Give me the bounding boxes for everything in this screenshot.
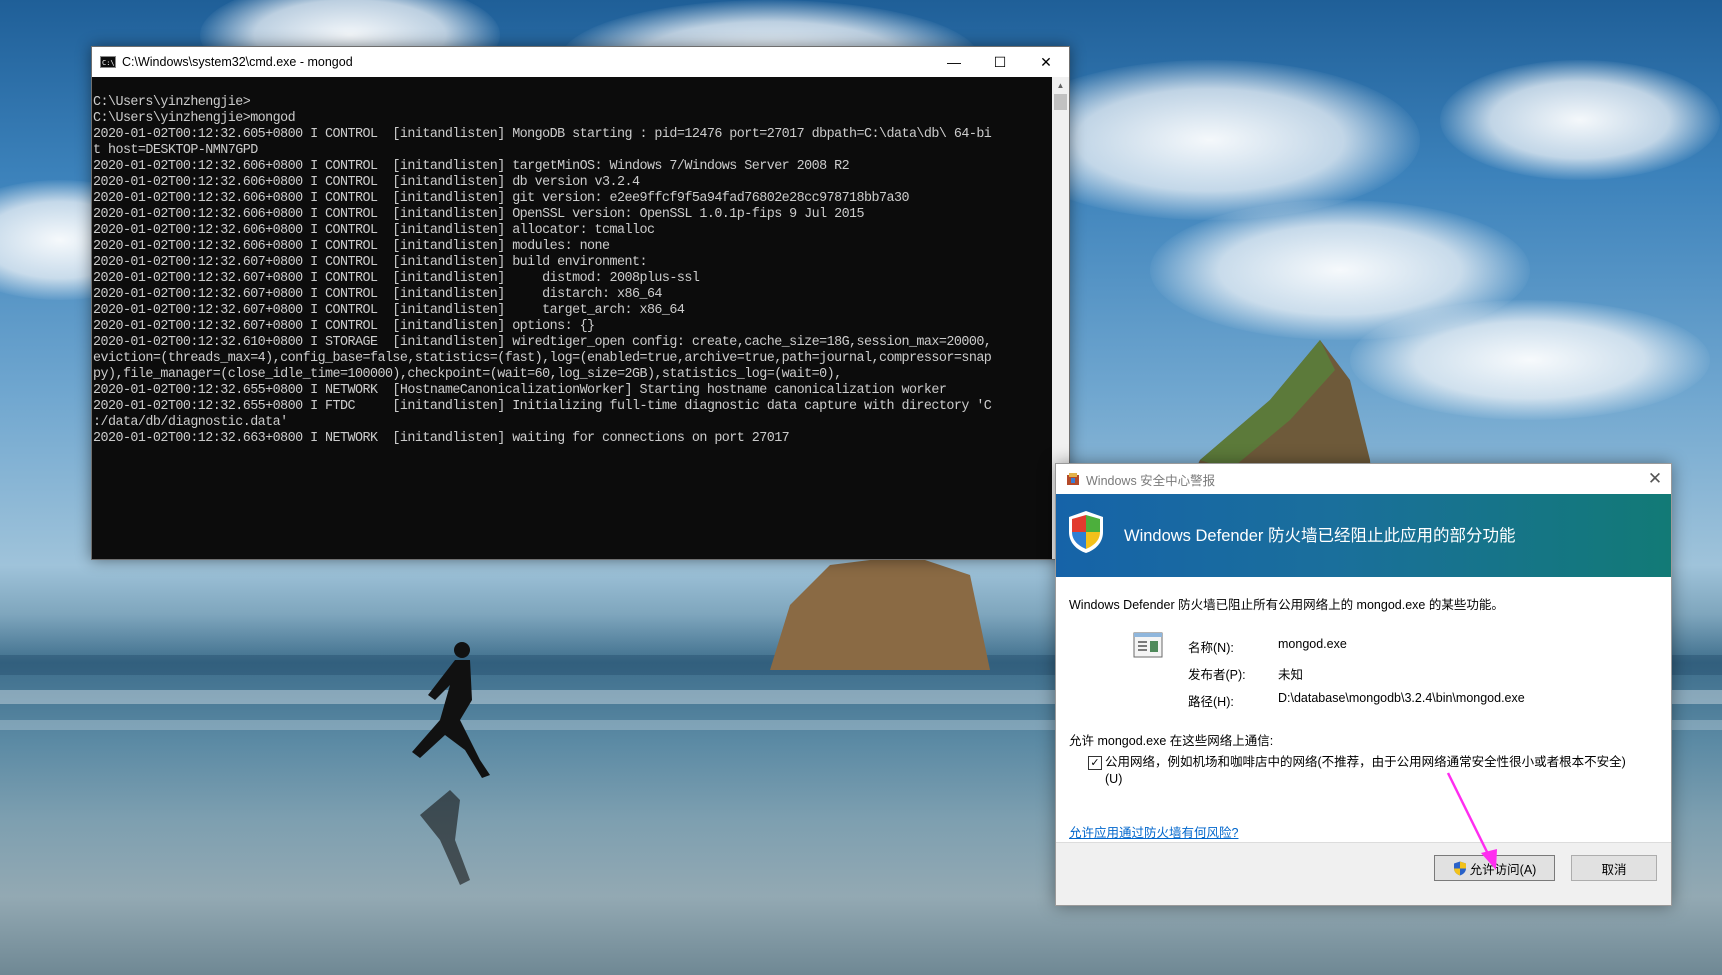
dialog-titlebar[interactable]: Windows 安全中心警报 ✕ bbox=[1056, 464, 1671, 494]
maximize-button[interactable]: ☐ bbox=[977, 47, 1023, 77]
firewall-risk-link[interactable]: 允许应用通过防火墙有何风险? bbox=[1069, 822, 1238, 841]
public-network-checkbox[interactable]: ✓ bbox=[1088, 756, 1102, 770]
dialog-close-button[interactable]: ✕ bbox=[1645, 469, 1665, 489]
field-label-publisher: 发布者(P): bbox=[1188, 668, 1246, 682]
public-network-label-line1: 公用网络，例如机场和咖啡店中的网络(不推荐，由于公用网络通常安全性很小或者根本不… bbox=[1105, 755, 1626, 769]
public-network-label-line2: (U) bbox=[1105, 772, 1123, 786]
cancel-button[interactable]: 取消 bbox=[1571, 855, 1657, 881]
scrollbar-thumb[interactable] bbox=[1054, 94, 1067, 110]
windows-security-shield-icon bbox=[1069, 511, 1103, 553]
console-line: 2020-01-02T00:12:32.606+0800 I CONTROL [… bbox=[93, 159, 850, 174]
cmd-titlebar[interactable]: C:\ C:\Windows\system32\cmd.exe - mongod… bbox=[92, 47, 1069, 77]
field-label-name: 名称(N): bbox=[1188, 641, 1234, 655]
firewall-alert-dialog: Windows 安全中心警报 ✕ Windows Defender 防火墙已经阻… bbox=[1055, 463, 1672, 906]
console-line: eviction=(threads_max=4),config_base=fal… bbox=[93, 351, 992, 366]
cmd-window-title: C:\Windows\system32\cmd.exe - mongod bbox=[122, 55, 353, 69]
console-line: t host=DESKTOP-NMN7GPD bbox=[93, 143, 258, 158]
checkmark-icon: ✓ bbox=[1090, 757, 1100, 769]
maximize-icon: ☐ bbox=[993, 53, 1007, 70]
field-value-name: mongod.exe bbox=[1278, 637, 1347, 651]
allow-access-label: 允许访问(A) bbox=[1469, 862, 1537, 877]
console-line: 2020-01-02T00:12:32.655+0800 I NETWORK [… bbox=[93, 383, 947, 398]
console-line: C:\Users\yinzhengjie> bbox=[93, 95, 251, 110]
minimize-icon: — bbox=[947, 54, 961, 70]
cancel-label: 取消 bbox=[1601, 862, 1627, 877]
minimize-button[interactable]: — bbox=[931, 47, 977, 77]
field-value-path: D:\database\mongodb\3.2.4\bin\mongod.exe bbox=[1278, 691, 1525, 705]
dialog-footer: 允许访问(A) 取消 bbox=[1056, 842, 1671, 905]
cmd-window: C:\ C:\Windows\system32\cmd.exe - mongod… bbox=[91, 46, 1070, 560]
console-line: 2020-01-02T00:12:32.607+0800 I CONTROL [… bbox=[93, 303, 685, 318]
runner-silhouette bbox=[412, 642, 490, 885]
dialog-title: Windows 安全中心警报 bbox=[1086, 473, 1216, 488]
field-value-publisher: 未知 bbox=[1278, 668, 1304, 682]
console-line: 2020-01-02T00:12:32.606+0800 I CONTROL [… bbox=[93, 191, 910, 206]
console-line: 2020-01-02T00:12:32.655+0800 I FTDC [ini… bbox=[93, 399, 992, 414]
console-line: 2020-01-02T00:12:32.606+0800 I CONTROL [… bbox=[93, 207, 865, 222]
alert-description: Windows Defender 防火墙已阻止所有公用网络上的 mongod.e… bbox=[1069, 598, 1504, 612]
allow-access-button[interactable]: 允许访问(A) bbox=[1434, 855, 1555, 881]
console-line: 2020-01-02T00:12:32.605+0800 I CONTROL [… bbox=[93, 127, 992, 142]
public-network-label[interactable]: 公用网络，例如机场和咖啡店中的网络(不推荐，由于公用网络通常安全性很小或者根本不… bbox=[1105, 754, 1645, 788]
console-line: 2020-01-02T00:12:32.606+0800 I CONTROL [… bbox=[93, 175, 640, 190]
banner-title: Windows Defender 防火墙已经阻止此应用的部分功能 bbox=[1124, 527, 1516, 545]
security-center-icon bbox=[1067, 473, 1079, 485]
scroll-up-arrow-icon[interactable]: ▲ bbox=[1052, 77, 1069, 94]
application-icon bbox=[1133, 632, 1163, 658]
uac-shield-icon bbox=[1453, 861, 1466, 875]
console-line: 2020-01-02T00:12:32.606+0800 I CONTROL [… bbox=[93, 223, 655, 238]
console-line: 2020-01-02T00:12:32.607+0800 I CONTROL [… bbox=[93, 255, 648, 270]
console-line: 2020-01-02T00:12:32.663+0800 I NETWORK [… bbox=[93, 431, 790, 446]
sea-stack bbox=[770, 555, 990, 670]
cmd-icon: C:\ bbox=[100, 56, 116, 68]
console-line: py),file_manager=(close_idle_time=100000… bbox=[93, 367, 842, 382]
console-output[interactable]: C:\Users\yinzhengjie> C:\Users\yinzhengji… bbox=[92, 77, 1052, 559]
console-line: 2020-01-02T00:12:32.607+0800 I CONTROL [… bbox=[93, 319, 595, 334]
close-icon: ✕ bbox=[1647, 469, 1663, 488]
console-line: 2020-01-02T00:12:32.607+0800 I CONTROL [… bbox=[93, 271, 700, 286]
console-line: 2020-01-02T00:12:32.606+0800 I CONTROL [… bbox=[93, 239, 610, 254]
console-line: 2020-01-02T00:12:32.607+0800 I CONTROL [… bbox=[93, 287, 662, 302]
close-icon: ✕ bbox=[1040, 53, 1052, 70]
allow-networks-text: 允许 mongod.exe 在这些网络上通信: bbox=[1069, 734, 1274, 748]
alert-banner: Windows Defender 防火墙已经阻止此应用的部分功能 bbox=[1056, 494, 1671, 577]
field-label-path: 路径(H): bbox=[1188, 695, 1234, 709]
console-line: 2020-01-02T00:12:32.610+0800 I STORAGE [… bbox=[93, 335, 992, 350]
close-button[interactable]: ✕ bbox=[1023, 47, 1069, 77]
console-line: C:\Users\yinzhengjie>mongod bbox=[93, 111, 296, 126]
console-line: :/data/db/diagnostic.data' bbox=[93, 415, 288, 430]
